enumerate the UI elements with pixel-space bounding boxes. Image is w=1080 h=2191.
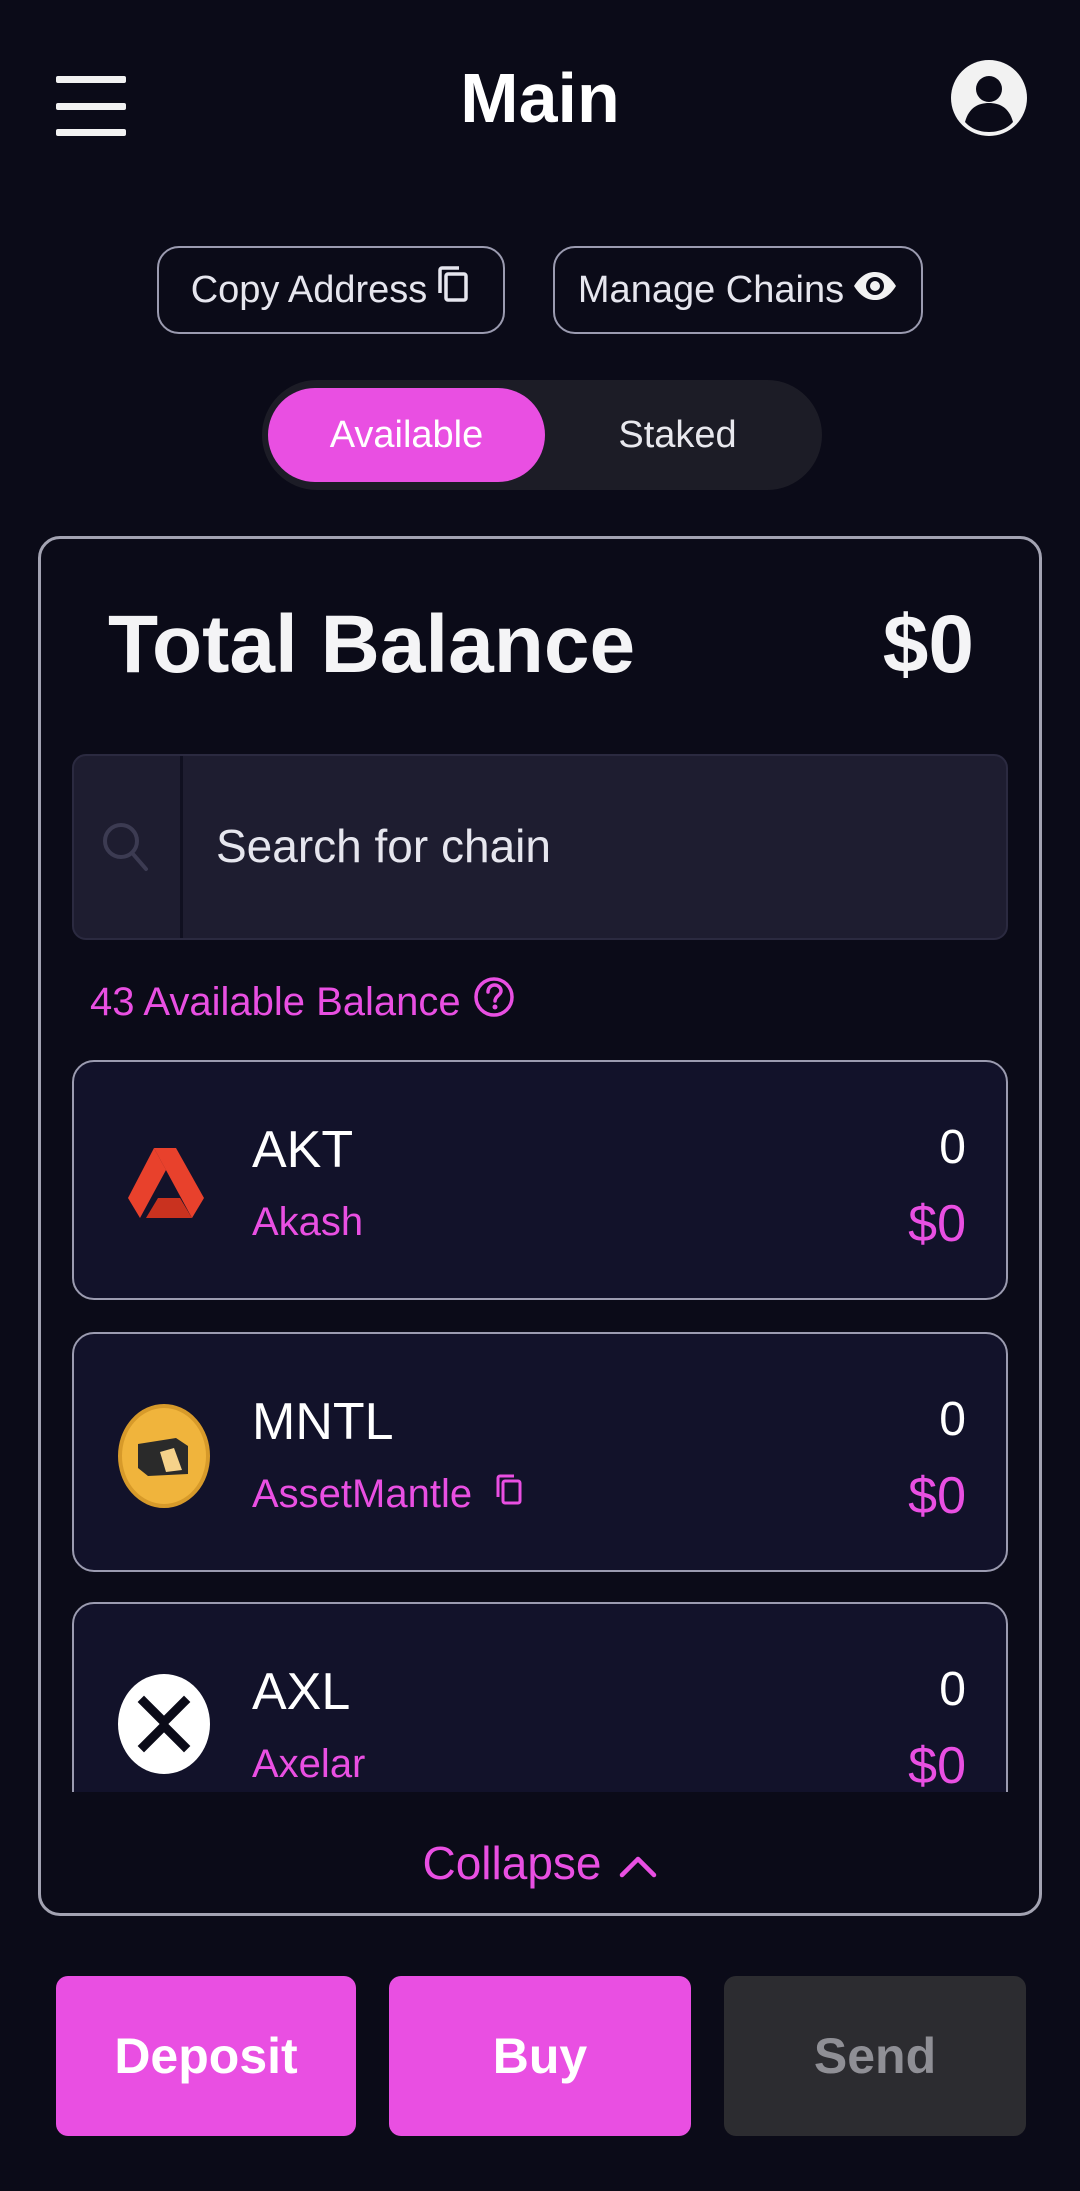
axelar-logo-icon bbox=[118, 1666, 214, 1782]
available-balance-count: 43 Available Balance bbox=[90, 976, 515, 1028]
help-icon[interactable] bbox=[473, 976, 515, 1028]
token-amount: 0 bbox=[939, 1121, 966, 1174]
token-chain-name-text: Akash bbox=[252, 1200, 364, 1244]
token-symbol: AXL bbox=[252, 1663, 351, 1721]
token-row-mntl[interactable]: MNTL AssetMantle 0 $0 bbox=[72, 1332, 1008, 1572]
profile-avatar-icon[interactable] bbox=[951, 60, 1027, 150]
token-chain-name: Axelar bbox=[252, 1742, 365, 1787]
token-symbol: AKT bbox=[252, 1121, 354, 1179]
buy-button[interactable]: Buy bbox=[389, 1976, 691, 2136]
available-balance-count-text: 43 Available Balance bbox=[90, 979, 461, 1024]
copy-icon[interactable] bbox=[494, 1472, 524, 1517]
total-balance-value: $0 bbox=[882, 599, 974, 690]
tab-staked[interactable]: Staked bbox=[539, 388, 816, 482]
copy-address-button[interactable]: Copy Address bbox=[157, 246, 505, 334]
eye-icon bbox=[852, 269, 898, 312]
token-chain-name: Akash bbox=[252, 1200, 363, 1245]
token-usd-value: $0 bbox=[908, 1195, 966, 1253]
assetmantle-logo-icon bbox=[118, 1396, 214, 1512]
search-input[interactable] bbox=[214, 810, 978, 882]
token-row-akt[interactable]: AKT Akash 0 $0 bbox=[72, 1060, 1008, 1300]
token-usd-value: $0 bbox=[908, 1467, 966, 1525]
manage-chains-button[interactable]: Manage Chains bbox=[553, 246, 923, 334]
send-button[interactable]: Send bbox=[724, 1976, 1026, 2136]
token-amount: 0 bbox=[939, 1393, 966, 1446]
tab-available[interactable]: Available bbox=[268, 388, 545, 482]
deposit-button[interactable]: Deposit bbox=[56, 1976, 356, 2136]
collapse-button[interactable]: Collapse bbox=[0, 1836, 1080, 1890]
manage-chains-label: Manage Chains bbox=[577, 268, 845, 311]
page-title: Main bbox=[460, 59, 620, 137]
token-symbol: MNTL bbox=[252, 1393, 394, 1451]
token-chain-name-text: AssetMantle bbox=[252, 1472, 473, 1516]
copy-icon bbox=[435, 265, 471, 315]
token-list: AKT Akash 0 $0 MNTL AssetMantle 0 $0 AXL… bbox=[72, 1060, 1008, 1792]
chevron-up-icon bbox=[618, 1836, 658, 1890]
search-divider bbox=[180, 756, 183, 938]
copy-address-label: Copy Address bbox=[190, 268, 428, 311]
balance-type-toggle: Available Staked bbox=[262, 380, 822, 490]
akash-logo-icon bbox=[118, 1124, 214, 1240]
collapse-label: Collapse bbox=[422, 1837, 602, 1889]
token-chain-name-text: Axelar bbox=[252, 1742, 366, 1786]
token-usd-value: $0 bbox=[908, 1737, 966, 1792]
token-row-axl[interactable]: AXL Axelar 0 $0 bbox=[72, 1602, 1008, 1792]
search-icon bbox=[72, 754, 180, 940]
token-amount: 0 bbox=[939, 1663, 966, 1716]
total-balance-label: Total Balance bbox=[108, 599, 636, 690]
token-chain-name: AssetMantle bbox=[252, 1472, 524, 1517]
